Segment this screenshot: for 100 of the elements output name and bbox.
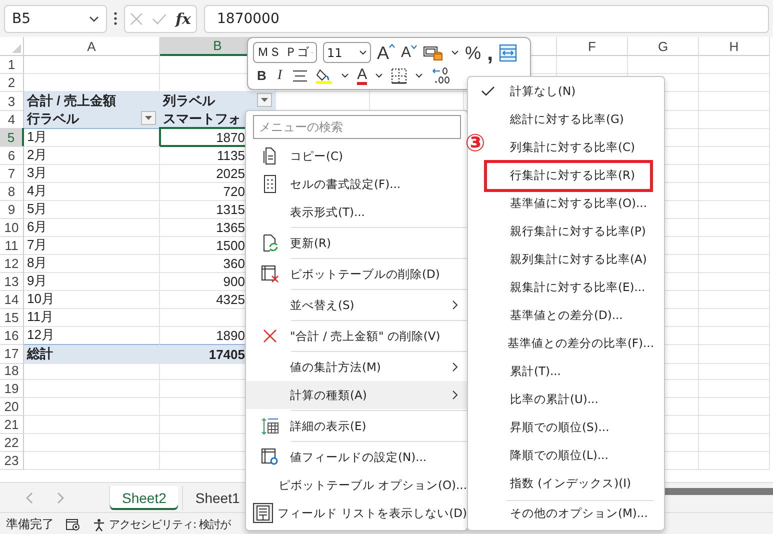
caret-icon[interactable] bbox=[375, 73, 384, 78]
table-cell[interactable] bbox=[699, 92, 770, 111]
menu-item[interactable]: 値フィールドの設定(N)... bbox=[246, 440, 467, 471]
row-header[interactable]: 19 bbox=[0, 380, 24, 398]
row-header[interactable]: 10 bbox=[0, 218, 24, 237]
row-header[interactable]: 9 bbox=[0, 200, 24, 219]
row-header[interactable]: 8 bbox=[0, 182, 24, 201]
table-cell[interactable]: 3月 bbox=[24, 164, 160, 183]
caret-icon[interactable] bbox=[451, 50, 460, 55]
sheet-tab[interactable]: Sheet2 bbox=[109, 486, 178, 510]
font-size-dropdown[interactable]: 11 bbox=[323, 42, 371, 63]
table-cell[interactable]: 総計 bbox=[24, 344, 160, 364]
table-cell[interactable] bbox=[699, 182, 770, 201]
scrollbar[interactable] bbox=[665, 488, 773, 495]
menu-item[interactable]: 指数 (インデックス)(I) bbox=[506, 469, 654, 497]
table-cell[interactable] bbox=[24, 416, 160, 434]
decrease-font-size-button[interactable]: A bbox=[401, 45, 418, 60]
table-cell[interactable]: 1月 bbox=[24, 128, 160, 147]
row-header[interactable]: 11 bbox=[0, 236, 24, 255]
table-cell[interactable] bbox=[699, 200, 770, 219]
menu-item[interactable]: 基準値との差分(D)... bbox=[506, 301, 654, 329]
row-header[interactable]: 6 bbox=[0, 146, 24, 165]
fill-color-icon[interactable] bbox=[315, 66, 334, 84]
name-box[interactable]: B5 bbox=[4, 4, 107, 32]
table-cell[interactable] bbox=[699, 254, 770, 273]
table-cell[interactable] bbox=[699, 74, 770, 92]
insert-function-button[interactable]: fx bbox=[176, 10, 191, 28]
table-cell[interactable] bbox=[699, 362, 770, 380]
menu-item[interactable]: 基準値に対する比率(O)... bbox=[506, 189, 654, 217]
table-cell[interactable]: 4月 bbox=[24, 182, 160, 201]
table-cell[interactable] bbox=[699, 56, 770, 74]
menu-item[interactable]: 基準値との差分の比率(F)... bbox=[503, 329, 654, 357]
decrease-decimal-icon[interactable] bbox=[431, 66, 452, 84]
menu-item[interactable]: 比率の累計(U)... bbox=[506, 385, 654, 413]
percent-style-button[interactable]: % bbox=[465, 44, 482, 62]
row-header[interactable]: 13 bbox=[0, 272, 24, 291]
select-all-icon[interactable] bbox=[12, 44, 21, 53]
table-cell[interactable] bbox=[699, 146, 770, 165]
table-cell[interactable]: 9月 bbox=[24, 272, 160, 291]
menu-item[interactable]: 計算なし(N) bbox=[506, 77, 654, 105]
font-color-button[interactable]: A bbox=[357, 66, 368, 84]
caret-icon[interactable] bbox=[341, 73, 350, 78]
table-cell[interactable] bbox=[24, 434, 160, 452]
bold-button[interactable]: B bbox=[257, 69, 266, 82]
menu-item[interactable]: 列集計に対する比率(C) bbox=[506, 133, 654, 161]
table-cell[interactable] bbox=[699, 416, 770, 434]
row-header[interactable]: 15 bbox=[0, 308, 24, 327]
table-cell[interactable]: 列ラベル bbox=[160, 92, 276, 111]
cancel-icon[interactable] bbox=[130, 12, 143, 26]
table-cell[interactable]: 8月 bbox=[24, 254, 160, 273]
table-cell[interactable] bbox=[699, 380, 770, 398]
table-cell[interactable] bbox=[699, 272, 770, 291]
row-header[interactable]: 14 bbox=[0, 290, 24, 309]
table-cell[interactable]: 11月 bbox=[24, 308, 160, 327]
macro-record-icon[interactable] bbox=[66, 518, 80, 530]
menu-item[interactable]: 親集計に対する比率(E)... bbox=[506, 273, 654, 301]
wrap-text-icon[interactable] bbox=[499, 44, 518, 62]
more-icon[interactable] bbox=[114, 12, 117, 25]
column-header[interactable]: G bbox=[628, 37, 699, 56]
accessibility-icon[interactable] bbox=[92, 518, 106, 532]
row-header[interactable]: 5 bbox=[0, 128, 24, 147]
table-cell[interactable]: 7月 bbox=[24, 236, 160, 255]
next-sheet-icon[interactable] bbox=[57, 492, 65, 504]
table-cell[interactable] bbox=[699, 290, 770, 309]
menu-item[interactable]: 累計(T)... bbox=[506, 357, 654, 385]
row-header[interactable]: 20 bbox=[0, 398, 24, 416]
row-header[interactable]: 16 bbox=[0, 326, 24, 345]
table-cell[interactable] bbox=[699, 344, 770, 364]
table-cell[interactable] bbox=[699, 236, 770, 255]
align-center-icon[interactable] bbox=[293, 70, 308, 82]
table-cell[interactable] bbox=[557, 56, 628, 74]
font-name-dropdown[interactable]: ＭＳ Ｐゴ bbox=[253, 42, 317, 63]
menu-item[interactable]: 親行集計に対する比率(P) bbox=[506, 217, 654, 245]
row-header[interactable]: 12 bbox=[0, 254, 24, 273]
table-cell[interactable] bbox=[699, 398, 770, 416]
table-cell[interactable]: 行ラベル bbox=[24, 110, 160, 129]
filter-dropdown-icon[interactable] bbox=[257, 93, 272, 107]
table-cell[interactable]: 6月 bbox=[24, 218, 160, 237]
menu-item[interactable]: 行集計に対する比率(R) bbox=[506, 161, 654, 189]
menu-item[interactable]: 計算の種類(A) bbox=[246, 381, 467, 409]
menu-item[interactable]: 昇順での順位(S)... bbox=[506, 413, 654, 441]
table-cell[interactable] bbox=[24, 56, 160, 74]
table-cell[interactable] bbox=[699, 128, 770, 147]
row-header[interactable]: 2 bbox=[0, 74, 24, 92]
table-cell[interactable] bbox=[24, 380, 160, 398]
filter-dropdown-icon[interactable] bbox=[141, 111, 156, 125]
table-cell[interactable] bbox=[699, 164, 770, 183]
table-cell[interactable]: 5月 bbox=[24, 200, 160, 219]
formula-field[interactable]: 1870000 bbox=[204, 4, 769, 32]
previous-sheet-icon[interactable] bbox=[25, 492, 33, 504]
table-cell[interactable] bbox=[24, 362, 160, 380]
menu-item[interactable]: 降順での順位(L)... bbox=[506, 441, 654, 469]
table-cell[interactable] bbox=[699, 110, 770, 129]
table-cell[interactable] bbox=[24, 452, 160, 470]
table-cell[interactable]: 10月 bbox=[24, 290, 160, 309]
borders-icon[interactable] bbox=[391, 68, 408, 84]
italic-button[interactable]: I bbox=[274, 68, 286, 82]
row-header[interactable]: 7 bbox=[0, 164, 24, 183]
table-cell[interactable] bbox=[628, 56, 699, 74]
table-cell[interactable] bbox=[699, 308, 770, 327]
